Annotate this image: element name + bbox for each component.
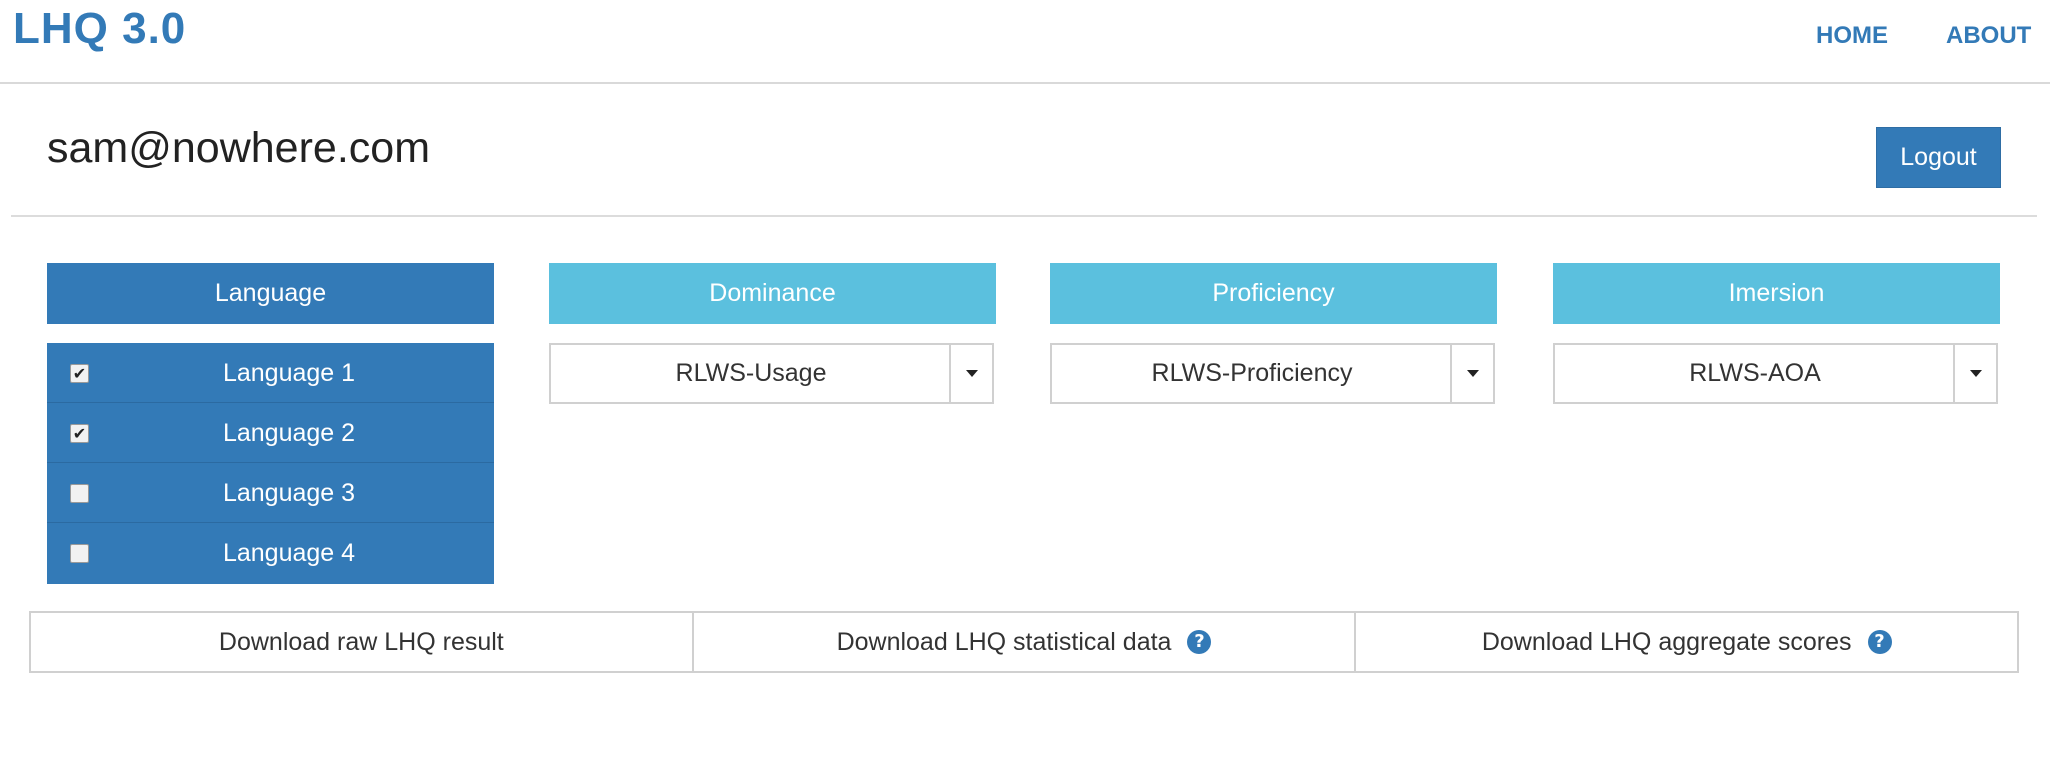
download-button-group: Download raw LHQ result Download LHQ sta… (29, 611, 2019, 673)
proficiency-header: Proficiency (1050, 263, 1497, 324)
dominance-select[interactable]: RLWS-Usage (549, 343, 994, 404)
download-raw-button[interactable]: Download raw LHQ result (31, 613, 692, 671)
language-row-3[interactable]: Language 3 (47, 463, 494, 523)
question-circle-icon[interactable]: ? (1187, 630, 1212, 654)
language-list: ✔ Language 1 ✔ Language 2 Language 3 Lan… (47, 343, 494, 584)
dominance-select-value: RLWS-Usage (675, 359, 827, 387)
language-label: Language 4 (222, 538, 356, 567)
download-aggregate-label: Download LHQ aggregate scores (1481, 627, 1852, 656)
header-divider (11, 215, 2037, 217)
download-statistical-label: Download LHQ statistical data (836, 627, 1172, 656)
language-label: Language 3 (222, 478, 356, 507)
question-circle-icon[interactable]: ? (1867, 630, 1892, 654)
imersion-select-value: RLWS-AOA (1689, 359, 1821, 387)
proficiency-select[interactable]: RLWS-Proficiency (1050, 343, 1495, 404)
language-row-1[interactable]: ✔ Language 1 (47, 343, 494, 403)
imersion-select-toggle[interactable] (1953, 345, 1996, 402)
imersion-select[interactable]: RLWS-AOA (1553, 343, 1998, 404)
top-navbar: LHQ 3.0 HOME ABOUT (0, 0, 2050, 84)
language-label: Language 1 (222, 358, 356, 387)
proficiency-select-toggle[interactable] (1450, 345, 1493, 402)
dominance-header: Dominance (549, 263, 996, 324)
proficiency-select-value: RLWS-Proficiency (1151, 359, 1353, 387)
language-label: Language 2 (222, 418, 356, 447)
download-statistical-button[interactable]: Download LHQ statistical data ? (691, 613, 1355, 671)
user-email: sam@nowhere.com (47, 124, 431, 172)
caret-down-icon (966, 370, 978, 377)
nav-home-link[interactable]: HOME (1816, 22, 1888, 50)
nav-about-link[interactable]: ABOUT (1946, 22, 2031, 50)
download-aggregate-button[interactable]: Download LHQ aggregate scores ? (1354, 613, 2018, 671)
caret-down-icon (1970, 370, 1982, 377)
dominance-select-toggle[interactable] (949, 345, 992, 402)
language-header: Language (47, 263, 494, 324)
logout-button[interactable]: Logout (1876, 127, 2001, 188)
brand-logo[interactable]: LHQ 3.0 (13, 4, 186, 54)
language-row-2[interactable]: ✔ Language 2 (47, 403, 494, 463)
imersion-header: Imersion (1553, 263, 2000, 324)
language-row-4[interactable]: Language 4 (47, 523, 494, 583)
caret-down-icon (1467, 370, 1479, 377)
download-raw-label: Download raw LHQ result (218, 627, 504, 656)
